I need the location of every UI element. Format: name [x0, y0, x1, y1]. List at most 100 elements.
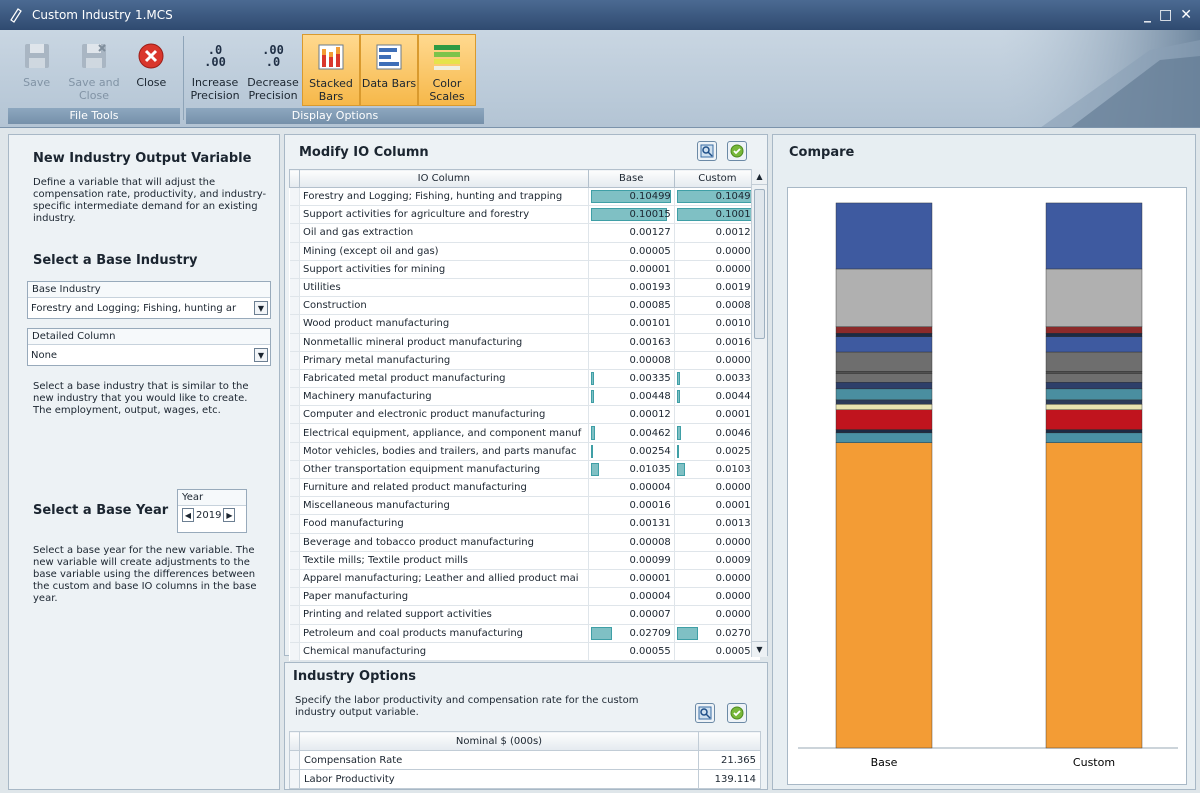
- column-header-io[interactable]: IO Column: [299, 169, 589, 188]
- io-row-custom[interactable]: 0.00127: [674, 223, 762, 243]
- increase-precision-button[interactable]: .0.00 Increase Precision: [186, 34, 244, 106]
- table-row[interactable]: Apparel manufacturing; Leather and allie…: [289, 569, 762, 589]
- io-row-custom[interactable]: 0.00008: [674, 351, 762, 370]
- table-row[interactable]: Printing and related support activities 0…: [289, 605, 762, 625]
- stack-segment: [835, 442, 933, 749]
- io-row-custom[interactable]: 0.00008: [674, 533, 762, 552]
- apply-button[interactable]: [727, 141, 747, 161]
- io-row-custom[interactable]: 0.10015: [674, 205, 762, 225]
- io-row-custom[interactable]: 0.02709: [674, 624, 762, 643]
- save-and-close-button[interactable]: Save and Close: [65, 34, 122, 106]
- io-row-custom[interactable]: 0.00448: [674, 387, 762, 407]
- data-bar: [676, 462, 685, 476]
- io-row-custom[interactable]: 0.00085: [674, 296, 762, 316]
- io-row-custom[interactable]: 0.00101: [674, 314, 762, 334]
- base-industry-dropdown[interactable]: Forestry and Logging; Fishing, hunting a…: [28, 298, 270, 318]
- year-value[interactable]: 2019: [196, 510, 221, 521]
- close-button[interactable]: Close: [123, 34, 180, 106]
- io-value: 0.00193: [629, 282, 671, 294]
- base-year-help: Select a base year for the new variable.…: [33, 545, 257, 604]
- table-row[interactable]: Other transportation equipment manufactu…: [289, 460, 762, 480]
- table-row[interactable]: Machinery manufacturing 0.00448 0.00448: [289, 387, 762, 407]
- io-row-custom[interactable]: 0.00099: [674, 551, 762, 570]
- io-scrollbar[interactable]: ▲ ▼: [751, 169, 767, 657]
- stack-segment: [1045, 432, 1143, 443]
- table-row[interactable]: Compensation Rate 21.365: [289, 750, 761, 770]
- table-row[interactable]: Labor Productivity 139.114: [289, 769, 761, 789]
- table-row[interactable]: Food manufacturing 0.00131 0.00131: [289, 514, 762, 534]
- minimize-button[interactable]: _: [1144, 7, 1151, 23]
- table-row[interactable]: Support activities for mining 0.00001 0.00…: [289, 260, 762, 279]
- table-row[interactable]: Construction 0.00085 0.00085: [289, 296, 762, 316]
- table-row[interactable]: Forestry and Logging; Fishing, hunting a…: [289, 187, 762, 207]
- io-row-base: 0.00004: [588, 587, 675, 607]
- io-row-custom[interactable]: 0.00016: [674, 496, 762, 516]
- table-row[interactable]: Furniture and related product manufactur…: [289, 478, 762, 498]
- compensation-rate-value[interactable]: 21.365: [698, 750, 761, 770]
- io-row-base: 0.00163: [588, 333, 675, 352]
- chevron-down-icon[interactable]: ▼: [254, 348, 268, 362]
- close-red-icon: [138, 43, 164, 69]
- io-row-custom[interactable]: 0.00163: [674, 333, 762, 352]
- io-row-custom[interactable]: 0.00005: [674, 242, 762, 261]
- io-row-base: 0.00099: [588, 551, 675, 570]
- chevron-down-icon[interactable]: ▼: [254, 301, 268, 315]
- io-row-custom[interactable]: 0.00001: [674, 260, 762, 279]
- scroll-thumb[interactable]: [754, 189, 765, 339]
- table-row[interactable]: Petroleum and coal products manufacturin…: [289, 624, 762, 643]
- io-row-custom[interactable]: 0.00193: [674, 278, 762, 298]
- decrease-precision-button[interactable]: .00.0 Decrease Precision: [244, 34, 302, 106]
- color-scales-button[interactable]: Color Scales: [418, 34, 476, 106]
- table-row[interactable]: Oil and gas extraction 0.00127 0.00127: [289, 223, 762, 243]
- scroll-up-icon[interactable]: ▲: [752, 169, 767, 185]
- io-row-custom[interactable]: 0.00335: [674, 369, 762, 389]
- io-row-custom[interactable]: 0.01035: [674, 460, 762, 480]
- io-row-custom[interactable]: 0.00254: [674, 442, 762, 461]
- year-prev-button[interactable]: ◀: [182, 508, 194, 522]
- data-bars-button[interactable]: Data Bars: [360, 34, 418, 106]
- table-row[interactable]: Beverage and tobacco product manufacturi…: [289, 533, 762, 552]
- table-row[interactable]: Mining (except oil and gas) 0.00005 0.0000…: [289, 242, 762, 261]
- save-button[interactable]: Save: [8, 34, 65, 106]
- table-row[interactable]: Utilities 0.00193 0.00193: [289, 278, 762, 298]
- table-row[interactable]: Chemical manufacturing 0.00055 0.00055: [289, 642, 762, 661]
- table-row[interactable]: Primary metal manufacturing 0.00008 0.0000…: [289, 351, 762, 370]
- stacked-bars-button[interactable]: Stacked Bars: [302, 34, 360, 106]
- io-row-custom[interactable]: 0.00055: [674, 642, 762, 661]
- io-row-custom[interactable]: 0.00001: [674, 569, 762, 589]
- io-row-name: Furniture and related product manufactur…: [299, 478, 589, 498]
- detailed-column-dropdown[interactable]: None ▼: [28, 345, 270, 365]
- close-window-button[interactable]: ✕: [1180, 7, 1192, 23]
- table-row[interactable]: Computer and electronic product manufact…: [289, 405, 762, 425]
- io-row-custom[interactable]: 0.00012: [674, 405, 762, 425]
- io-row-custom[interactable]: 0.00004: [674, 587, 762, 607]
- stack-segment: [835, 336, 933, 353]
- stack-segment: [835, 404, 933, 410]
- io-row-base: 0.00008: [588, 533, 675, 552]
- year-next-button[interactable]: ▶: [223, 508, 236, 522]
- column-header-base[interactable]: Base: [587, 169, 675, 188]
- io-row-custom[interactable]: 0.00131: [674, 514, 762, 534]
- table-row[interactable]: Miscellaneous manufacturing 0.00016 0.0001…: [289, 496, 762, 516]
- table-row[interactable]: Motor vehicles, bodies and trailers, and…: [289, 442, 762, 461]
- io-row-base: 0.00055: [588, 642, 675, 661]
- table-row[interactable]: Textile mills; Textile product mills 0.00…: [289, 551, 762, 570]
- maximize-button[interactable]: □: [1159, 7, 1172, 23]
- column-header-custom[interactable]: Custom: [673, 169, 762, 188]
- preview-button[interactable]: [697, 141, 717, 161]
- table-row[interactable]: Nonmetallic mineral product manufacturin…: [289, 333, 762, 352]
- options-apply-button[interactable]: [727, 703, 747, 723]
- table-row[interactable]: Paper manufacturing 0.00004 0.00004: [289, 587, 762, 607]
- table-row[interactable]: Support activities for agriculture and f…: [289, 205, 762, 225]
- options-preview-button[interactable]: [695, 703, 715, 723]
- table-row[interactable]: Fabricated metal product manufacturing 0.…: [289, 369, 762, 389]
- io-row-custom[interactable]: 0.10499: [674, 187, 762, 207]
- io-row-custom[interactable]: 0.00007: [674, 605, 762, 625]
- table-row[interactable]: Wood product manufacturing 0.00101 0.00101: [289, 314, 762, 334]
- labor-productivity-value[interactable]: 139.114: [698, 769, 761, 789]
- table-row[interactable]: Electrical equipment, appliance, and com…: [289, 423, 762, 443]
- io-row-custom[interactable]: 0.00004: [674, 478, 762, 498]
- io-row-custom[interactable]: 0.00462: [674, 423, 762, 443]
- scroll-down-icon[interactable]: ▼: [752, 641, 767, 657]
- stack-segment: [835, 429, 933, 434]
